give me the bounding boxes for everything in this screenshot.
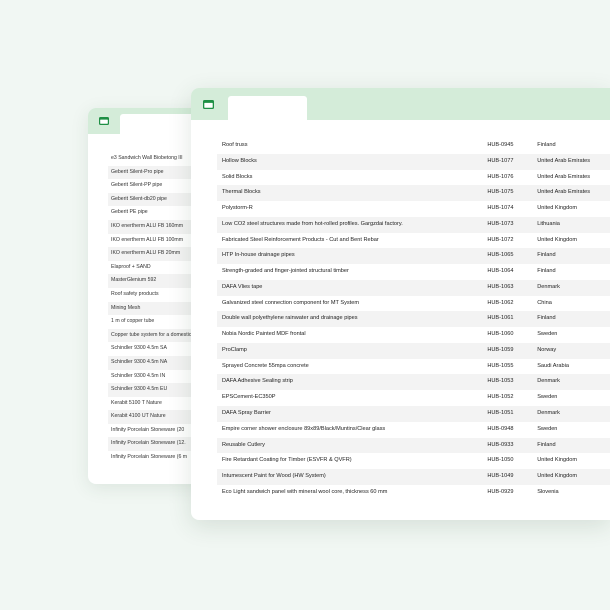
table-row[interactable]: Polystorm-R HUB-1074 United Kingdom	[217, 201, 610, 217]
product-name-cell: Double wall polyethylene rainwater and d…	[222, 315, 358, 322]
country-cell: United Kingdom	[537, 457, 578, 464]
table-row[interactable]: ProClamp HUB-1059 Norway	[217, 342, 610, 359]
country-cell: Finland	[537, 252, 556, 259]
table-row[interactable]: Double wall polyethylene rainwater and d…	[217, 311, 610, 328]
country-cell: Slovenia	[537, 488, 559, 495]
country-cell: Finland	[537, 142, 556, 148]
product-code-cell: HUB-1063	[487, 283, 514, 290]
country-cell: United Kingdom	[537, 205, 578, 212]
product-name-cell: Thermal Blocks	[222, 189, 261, 196]
table-row[interactable]: Low CO2 steel structures made from hot-r…	[217, 216, 610, 233]
product-code-cell: HUB-1076	[487, 173, 514, 180]
product-name-cell: Strength-graded and finger-jointed struc…	[222, 268, 349, 275]
product-name-cell: HTP In-house drainage pipes	[222, 252, 295, 259]
product-name-cell: Eco Light sandwich panel with mineral wo…	[222, 488, 388, 495]
table-row[interactable]: DAFA Spray Barrier HUB-1051 Denmark	[217, 406, 610, 422]
product-code-cell: HUB-0929	[487, 488, 514, 495]
table-row[interactable]: DAFA Vlies tape HUB-1063 Denmark	[217, 279, 610, 296]
country-cell: China	[537, 299, 552, 306]
table-row[interactable]: Intumescent Paint for Wood (HW System) HU…	[217, 469, 610, 485]
product-name-cell: Low CO2 steel structures made from hot-r…	[222, 220, 403, 227]
country-cell: Finland	[537, 441, 556, 448]
country-cell: Sweden	[537, 425, 558, 432]
product-code-cell: HUB-0945	[487, 142, 514, 148]
product-code-cell: HUB-1053	[487, 378, 514, 385]
product-name-cell: DAFA Spray Barrier	[222, 410, 271, 417]
product-code-cell: HUB-1059	[487, 346, 514, 353]
product-name-cell: Solid Blocks	[222, 173, 253, 180]
product-code-cell: HUB-1052	[487, 394, 514, 401]
window-icon	[203, 100, 214, 109]
product-code-cell: HUB-1062	[487, 299, 514, 306]
product-code-cell: HUB-1050	[487, 457, 514, 464]
product-name-cell: Polystorm-R	[222, 205, 253, 212]
table-row[interactable]: DAFA Adhesive Sealing strip HUB-1053 Denma…	[217, 374, 610, 391]
product-code-cell: HUB-1073	[487, 220, 514, 227]
table-row[interactable]: Fabricated Steel Reinforcement Products …	[217, 233, 610, 249]
country-cell: United Arab Emirates	[537, 173, 591, 180]
country-cell: United Kingdom	[537, 473, 578, 480]
product-code-cell: HUB-1075	[487, 189, 514, 196]
product-code-cell: HUB-1061	[487, 315, 514, 322]
product-name-cell: ProClamp	[222, 346, 247, 353]
product-name-cell: Empire corner shower enclosure 89x89/Bla…	[222, 425, 386, 432]
product-name-cell: Fire Retardant Coating for Timber (ESVFR…	[222, 457, 352, 464]
country-cell: Saudi Arabia	[537, 362, 569, 369]
country-cell: United Arab Emirates	[537, 189, 591, 196]
table-row[interactable]: Nobia Nordic Painted MDF frontal HUB-1060…	[217, 327, 610, 343]
product-code-cell: HUB-1049	[487, 473, 514, 480]
table-row[interactable]: Strength-graded and finger-jointed struc…	[217, 264, 610, 280]
foreground-window-tab[interactable]	[228, 96, 307, 120]
country-cell: Finland	[537, 268, 556, 275]
product-name-cell: Nobia Nordic Painted MDF frontal	[222, 331, 306, 338]
product-name-cell: DAFA Vlies tape	[222, 283, 263, 290]
table-row[interactable]: Thermal Blocks HUB-1075 United Arab Emirat…	[217, 185, 610, 202]
country-cell: Denmark	[537, 410, 560, 417]
product-code-cell: HUB-1077	[487, 157, 514, 164]
country-cell: Finland	[537, 315, 556, 322]
country-cell: Lithuania	[537, 220, 560, 227]
product-code-cell: HUB-1060	[487, 331, 514, 338]
table-row[interactable]: Galvanized steel connection component fo…	[217, 296, 610, 312]
country-cell: Denmark	[537, 283, 560, 290]
table-row[interactable]: Empire corner shower enclosure 89x89/Bla…	[217, 422, 610, 438]
product-name-cell: Hollow Blocks	[222, 157, 257, 164]
table-row[interactable]: Hollow Blocks HUB-1077 United Arab Emirate…	[217, 153, 610, 170]
window-icon	[99, 117, 109, 125]
table-row[interactable]: Sprayed Concrete 55mpa concrete HUB-1055 S…	[217, 359, 610, 375]
product-code-cell: HUB-1051	[487, 410, 514, 417]
product-name-cell: Intumescent Paint for Wood (HW System)	[222, 473, 326, 480]
table-row[interactable]: Roof truss HUB-0945 Finland	[217, 138, 610, 154]
product-name-cell: DAFA Adhesive Sealing strip	[222, 378, 293, 385]
foreground-window: Roof truss HUB-0945 Finland Hollow Blocks HU…	[191, 88, 610, 520]
table-row[interactable]: Solid Blocks HUB-1076 United Arab Emirates	[217, 170, 610, 186]
product-code-cell: HUB-1065	[487, 252, 514, 259]
product-table: Roof truss HUB-0945 Finland Hollow Blocks HU…	[217, 138, 610, 501]
table-row[interactable]: Reusable Cutlery HUB-0933 Finland	[217, 437, 610, 454]
product-name-cell: Reusable Cutlery	[222, 441, 265, 448]
product-code-cell: HUB-1064	[487, 268, 514, 275]
product-name-cell: Sprayed Concrete 55mpa concrete	[222, 362, 309, 369]
table-row[interactable]: Fire Retardant Coating for Timber (ESVFR…	[217, 453, 610, 469]
product-name-cell: Fabricated Steel Reinforcement Products …	[222, 236, 379, 243]
country-cell: Sweden	[537, 394, 558, 401]
country-cell: United Kingdom	[537, 236, 578, 243]
product-name-cell: EPSCement-EC350P	[222, 394, 276, 401]
country-cell: Norway	[537, 346, 557, 353]
country-cell: Denmark	[537, 378, 560, 385]
product-code-cell: HUB-1072	[487, 236, 514, 243]
country-cell: United Arab Emirates	[537, 157, 591, 164]
product-code-cell: HUB-0933	[487, 441, 514, 448]
product-name-cell: Roof truss	[222, 142, 248, 148]
product-code-cell: HUB-0948	[487, 425, 514, 432]
table-row[interactable]: HTP In-house drainage pipes HUB-1065 Finla…	[217, 248, 610, 265]
table-row[interactable]: Eco Light sandwich panel with mineral wo…	[217, 485, 610, 501]
country-cell: Sweden	[537, 331, 558, 338]
product-code-cell: HUB-1055	[487, 362, 514, 369]
table-row[interactable]: EPSCement-EC350P HUB-1052 Sweden	[217, 390, 610, 406]
foreground-window-title-bar	[191, 88, 610, 120]
product-name-cell: Galvanized steel connection component fo…	[222, 299, 360, 306]
product-code-cell: HUB-1074	[487, 205, 514, 212]
